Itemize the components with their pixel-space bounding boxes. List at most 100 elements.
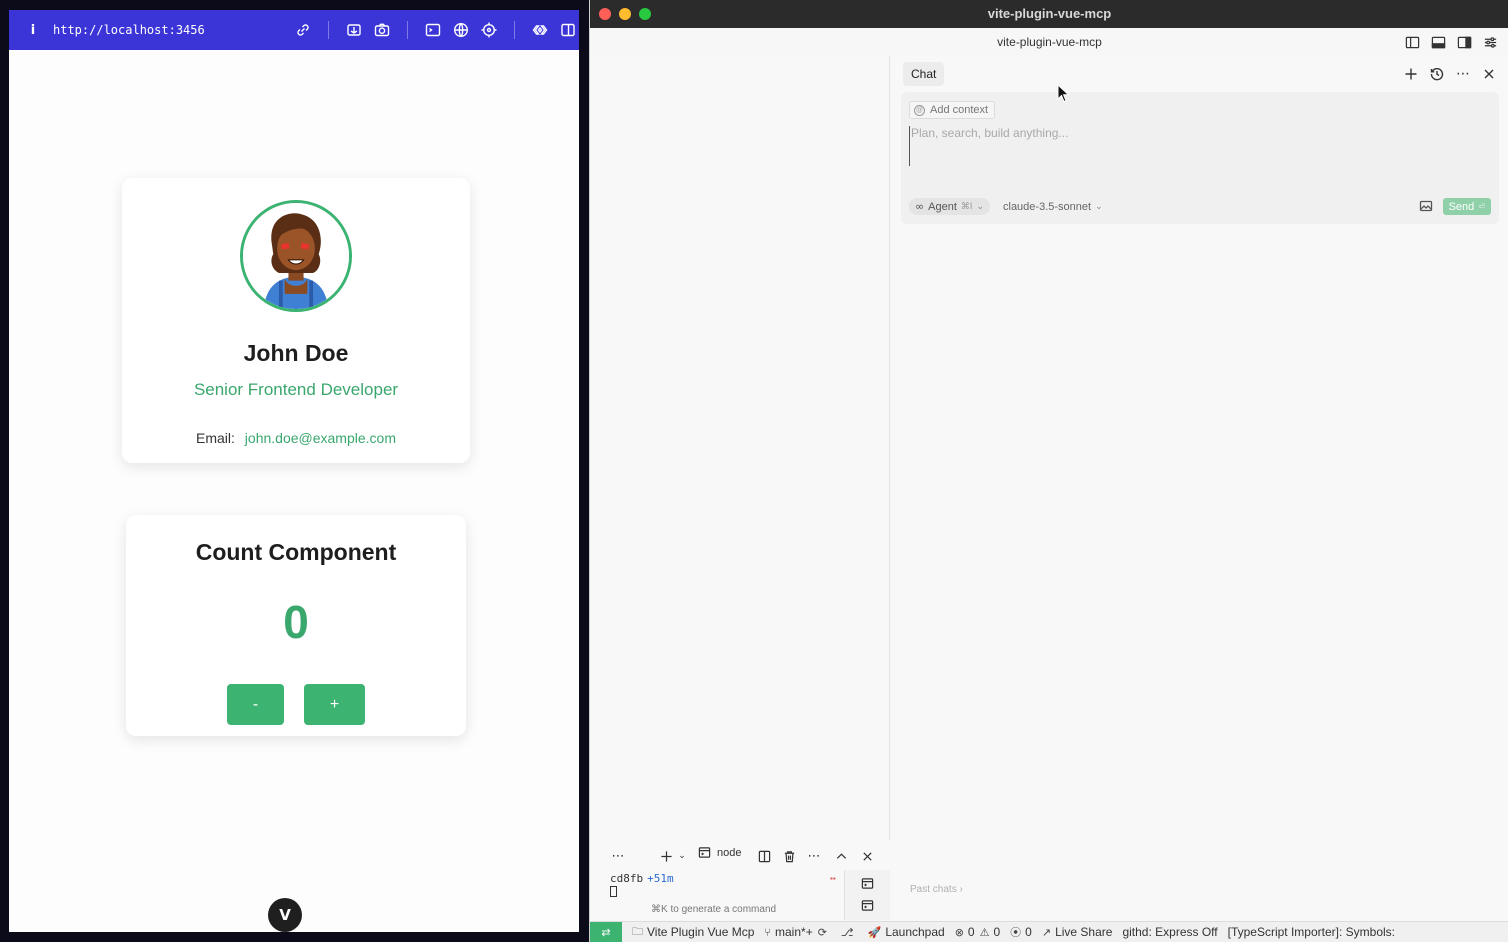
past-chats-link[interactable]: Past chats › bbox=[910, 884, 963, 895]
send-button[interactable]: Send ⏎ bbox=[1442, 198, 1491, 215]
status-branch-label: main*+ bbox=[775, 925, 813, 939]
status-project[interactable]: 🗀 Vite Plugin Vue Mcp bbox=[632, 923, 754, 942]
customize-layout-icon[interactable] bbox=[1481, 33, 1499, 51]
live-share-icon: ↗ bbox=[1041, 925, 1052, 939]
terminal-icon bbox=[698, 847, 711, 858]
window-close-button[interactable] bbox=[599, 8, 611, 20]
chevron-up-icon[interactable] bbox=[833, 846, 849, 866]
prompt-time: +51m bbox=[647, 872, 674, 885]
avatar-illustration bbox=[243, 203, 349, 309]
camera-icon[interactable] bbox=[371, 19, 393, 41]
count-value: 0 bbox=[283, 596, 309, 648]
trash-icon[interactable] bbox=[781, 846, 797, 866]
terminal-icon[interactable] bbox=[422, 19, 444, 41]
send-shortcut: ⏎ bbox=[1478, 202, 1485, 211]
image-attach-icon[interactable] bbox=[1419, 199, 1433, 213]
info-icon[interactable]: i bbox=[21, 23, 45, 38]
terminal-instance-icon[interactable] bbox=[861, 877, 875, 891]
toolbar-divider bbox=[514, 21, 515, 39]
url-bar[interactable]: http://localhost:3456 bbox=[53, 23, 286, 37]
window-minimize-button[interactable] bbox=[619, 8, 631, 20]
increment-button[interactable]: + bbox=[304, 684, 365, 725]
infinity-icon: ∞ bbox=[915, 200, 925, 213]
chat-input[interactable] bbox=[909, 126, 1489, 166]
toggle-panel-icon[interactable] bbox=[1429, 33, 1447, 51]
terminal-views-more-icon[interactable]: ⋯ bbox=[610, 846, 626, 866]
close-chat-icon[interactable] bbox=[1479, 64, 1499, 84]
count-title: Count Component bbox=[195, 539, 397, 565]
remote-indicator-icon[interactable]: ⇄ bbox=[590, 922, 622, 942]
send-label: Send bbox=[1448, 200, 1475, 213]
link-icon[interactable] bbox=[292, 19, 314, 41]
rocket-icon: 🚀 bbox=[867, 925, 882, 939]
terminal-hint: ⌘K to generate a command bbox=[651, 904, 777, 915]
mouse-cursor-icon bbox=[1057, 84, 1070, 103]
status-warnings: 0 bbox=[993, 925, 1001, 939]
new-terminal-icon[interactable] bbox=[658, 846, 674, 866]
model-select[interactable]: claude-3.5-sonnet ⌄ bbox=[1003, 198, 1103, 215]
status-ports-count: 0 bbox=[1025, 925, 1032, 939]
workspace-name: vite-plugin-vue-mcp bbox=[997, 35, 1102, 49]
status-githd[interactable]: githd: Express Off bbox=[1122, 925, 1217, 939]
vue-devtools-icon[interactable] bbox=[529, 19, 551, 41]
terminal-instance-icon[interactable] bbox=[861, 899, 875, 913]
sync-icon: ⟳ bbox=[817, 925, 827, 939]
status-ts-importer[interactable]: [TypeScript Importer]: Symbols: bbox=[1228, 925, 1395, 939]
split-terminal-icon[interactable] bbox=[756, 846, 772, 866]
terminal-panel: ⋯ ⌄ node ⋯ cd8fb +51m ▪▪ ⌘K to generate … bbox=[590, 840, 890, 920]
tab-chat[interactable]: Chat bbox=[903, 62, 945, 86]
status-git-graph[interactable]: ⎇ bbox=[841, 926, 858, 939]
status-bar: ⇄ 🗀 Vite Plugin Vue Mcp ⑂ main*+ ⟳ ⎇ 🚀 L… bbox=[590, 921, 1508, 942]
terminal-indicator: ▪▪ bbox=[830, 874, 836, 883]
status-live-share-label: Live Share bbox=[1055, 925, 1113, 939]
status-errors: 0 bbox=[967, 925, 975, 939]
status-branch[interactable]: ⑂ main*+ ⟳ bbox=[764, 925, 831, 939]
status-live-share[interactable]: ↗ Live Share bbox=[1042, 925, 1113, 939]
terminal-list bbox=[844, 870, 890, 920]
crosshair-icon[interactable] bbox=[478, 19, 500, 41]
terminal-tab-label: node bbox=[717, 846, 742, 859]
git-branch-icon: ⑂ bbox=[764, 925, 772, 939]
editor-empty-pane bbox=[590, 56, 890, 920]
broadcast-icon: ⦿ bbox=[1010, 926, 1022, 939]
terminal-prompt: cd8fb +51m bbox=[610, 872, 674, 885]
error-icon: ⊗ bbox=[954, 925, 964, 939]
more-options-icon[interactable]: ⋯ bbox=[806, 846, 822, 866]
email-label: Email: bbox=[196, 430, 235, 446]
add-context-label: Add context bbox=[930, 104, 989, 116]
git-graph-icon: ⎇ bbox=[840, 925, 854, 939]
avatar bbox=[240, 200, 352, 312]
terminal-tab-node[interactable]: node bbox=[698, 846, 741, 859]
window-title: vite-plugin-vue-mcp bbox=[987, 6, 1112, 21]
chevron-down-icon[interactable]: ⌄ bbox=[677, 846, 687, 866]
add-context-button[interactable]: @ Add context bbox=[909, 101, 996, 119]
model-label: claude-3.5-sonnet bbox=[1003, 200, 1092, 213]
vue-devtools-badge[interactable]: V bbox=[268, 898, 302, 932]
split-view-icon[interactable] bbox=[557, 19, 579, 41]
prompt-hash: cd8fb bbox=[610, 872, 644, 885]
close-panel-icon[interactable] bbox=[859, 846, 875, 866]
status-problems[interactable]: ⊗ 0 ⚠ 0 bbox=[955, 925, 1000, 939]
history-icon[interactable] bbox=[1427, 64, 1447, 84]
count-card: Count Component 0 - + bbox=[126, 515, 466, 736]
inspect-icon[interactable] bbox=[343, 19, 365, 41]
new-chat-icon[interactable] bbox=[1401, 64, 1421, 84]
chevron-down-icon: ⌄ bbox=[1095, 201, 1103, 212]
window-maximize-button[interactable] bbox=[639, 8, 651, 20]
decrement-button[interactable]: - bbox=[227, 684, 284, 725]
folder-icon: 🗀 bbox=[632, 924, 643, 938]
chevron-down-icon: ⌄ bbox=[976, 201, 984, 212]
at-sign-icon: @ bbox=[914, 104, 925, 116]
browser-toolbar: i http://localhost:3456 bbox=[9, 10, 579, 50]
more-options-icon[interactable]: ⋯ bbox=[1453, 64, 1473, 84]
toggle-primary-sidebar-icon[interactable] bbox=[1403, 33, 1421, 51]
chat-input-box: @ Add context ∞ Agent ⌘I ⌄ claude-3.5-so… bbox=[901, 92, 1499, 224]
status-launchpad-label: Launchpad bbox=[885, 925, 945, 939]
agent-mode-select[interactable]: ∞ Agent ⌘I ⌄ bbox=[909, 198, 990, 215]
toggle-secondary-sidebar-icon[interactable] bbox=[1455, 33, 1473, 51]
globe-icon[interactable] bbox=[450, 19, 472, 41]
status-project-label: Vite Plugin Vue Mcp bbox=[647, 925, 755, 939]
status-ports[interactable]: ⦿ 0 bbox=[1010, 924, 1032, 940]
status-launchpad[interactable]: 🚀 Launchpad bbox=[868, 925, 945, 939]
email-link[interactable]: john.doe@example.com bbox=[245, 430, 396, 446]
